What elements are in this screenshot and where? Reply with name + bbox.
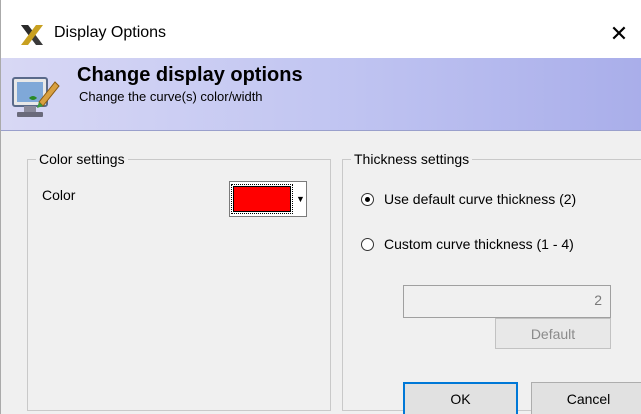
monitor-brush-icon	[12, 77, 60, 117]
custom-thickness-radio[interactable]	[361, 238, 374, 251]
color-settings-title: Color settings	[36, 151, 128, 167]
ok-button[interactable]: OK	[403, 382, 518, 414]
color-label: Color	[42, 187, 76, 203]
default-thickness-radio[interactable]	[361, 193, 374, 206]
default-thickness-label[interactable]: Use default curve thickness (2)	[384, 191, 576, 207]
default-button[interactable]: Default	[495, 318, 611, 349]
display-options-dialog: Display Options ✕ Change display options…	[0, 0, 641, 414]
thickness-settings-title: Thickness settings	[351, 151, 473, 167]
window-title: Display Options	[54, 24, 167, 41]
x-logo-icon	[21, 25, 43, 45]
chevron-down-icon[interactable]: ▼	[295, 182, 306, 216]
cancel-button[interactable]: Cancel	[531, 382, 641, 414]
close-icon: ✕	[609, 21, 629, 46]
color-swatch	[231, 184, 293, 214]
custom-thickness-input[interactable]: 2	[403, 285, 611, 318]
close-button[interactable]: ✕	[599, 16, 639, 52]
banner-subtitle: Change the curve(s) color/width	[79, 89, 263, 104]
title-bar: Display Options ✕	[1, 0, 641, 58]
banner-title: Change display options	[77, 64, 303, 86]
header-banner: Change display options Change the curve(…	[1, 58, 641, 131]
color-dropdown[interactable]: ▼	[229, 181, 307, 217]
custom-thickness-label[interactable]: Custom curve thickness (1 - 4)	[384, 236, 574, 252]
